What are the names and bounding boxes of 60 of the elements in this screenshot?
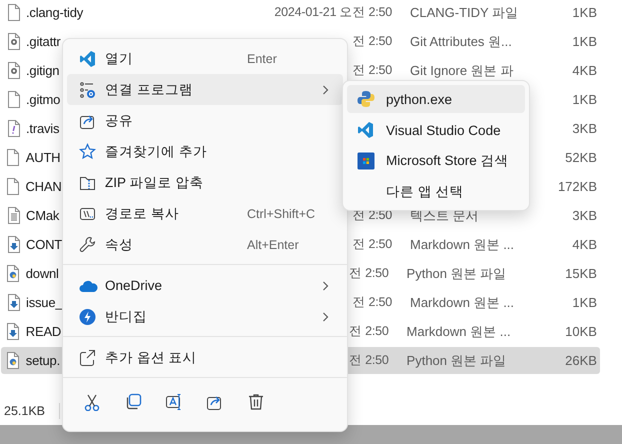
file-size: 3KB — [572, 208, 597, 223]
file-size: 10KB — [565, 324, 597, 339]
file-name: .gitattr — [26, 34, 61, 49]
menu-label: 즐겨찾기에 추가 — [105, 142, 208, 160]
file-size: 1KB — [572, 34, 597, 49]
modified-date: 전 2:50 — [352, 34, 392, 48]
modified-date: 전 2:50 — [349, 353, 389, 367]
menu-label: python.exe — [386, 92, 452, 106]
file-name: .gitign — [26, 63, 60, 78]
menu-label: 경로로 복사 — [105, 204, 180, 222]
file-type: Python 원본 파일 — [406, 352, 506, 368]
file-name: CMak — [26, 208, 60, 223]
file-name: .gitmo — [26, 92, 60, 107]
menu-label: 추가 옵션 표시 — [105, 348, 198, 366]
file-size: 1KB — [572, 92, 597, 107]
file-type: CLANG-TIDY 파일 — [410, 4, 518, 20]
file-size: 52KB — [565, 150, 597, 165]
file-type: Markdown 원본 ... — [406, 324, 511, 338]
file-name: .clang-tidy — [26, 5, 84, 20]
file-size: 1KB — [572, 295, 597, 310]
menu-label: 속성 — [105, 236, 134, 254]
menu-label: 공유 — [105, 112, 134, 130]
file-size: 4KB — [572, 237, 597, 252]
file-name: .travis — [26, 121, 60, 136]
file-name: issue_ — [26, 295, 62, 310]
file-name: AUTH — [26, 150, 60, 165]
menu-label: Microsoft Store 검색 — [386, 152, 509, 170]
file-type: Python 원본 파일 — [406, 266, 506, 280]
menu-label: 연결 프로그램 — [105, 80, 194, 98]
menu-label: 다른 앱 선택 — [386, 183, 464, 201]
menu-label: OneDrive — [105, 278, 164, 293]
modified-date: 전 2:50 — [352, 237, 392, 251]
file-name: downl — [26, 266, 59, 281]
modified-date: 전 2:50 — [349, 324, 389, 338]
file-size: 4KB — [572, 63, 597, 78]
file-type: Git Attributes 원... — [410, 34, 512, 48]
file-name: READ — [26, 324, 62, 339]
shortcut-text: Ctrl+Shift+C — [247, 206, 316, 220]
menu-label: 반디집 — [105, 308, 148, 326]
file-size: 172KB — [558, 179, 597, 194]
file-size: 3KB — [572, 121, 597, 136]
menu-label: ZIP 파일로 압축 — [105, 174, 204, 192]
modified-date: 전 2:50 — [352, 295, 392, 309]
shortcut-text: Enter — [247, 52, 278, 66]
file-size: 1KB — [572, 5, 597, 20]
modified-date: 전 2:50 — [349, 266, 389, 280]
menu-label: 열기 — [105, 50, 134, 68]
file-name: CONT — [26, 237, 62, 252]
selection-size: 25.1KB — [4, 404, 46, 418]
file-name: CHAN — [25, 179, 62, 194]
shortcut-text: Alt+Enter — [247, 238, 300, 252]
modified-date: 전 2:50 — [352, 63, 392, 77]
file-type: Markdown 원본 ... — [410, 236, 514, 252]
file-type: Git Ignore 원본 파 — [410, 62, 514, 78]
file-type: Markdown 원본 ... — [410, 294, 514, 310]
modified-date: 2024-01-21 오전 2:50 — [274, 5, 392, 19]
file-size: 15KB — [565, 266, 597, 281]
file-name: setup. — [26, 353, 60, 368]
file-size: 26KB — [565, 353, 597, 368]
menu-label: Visual Studio Code — [386, 122, 501, 138]
